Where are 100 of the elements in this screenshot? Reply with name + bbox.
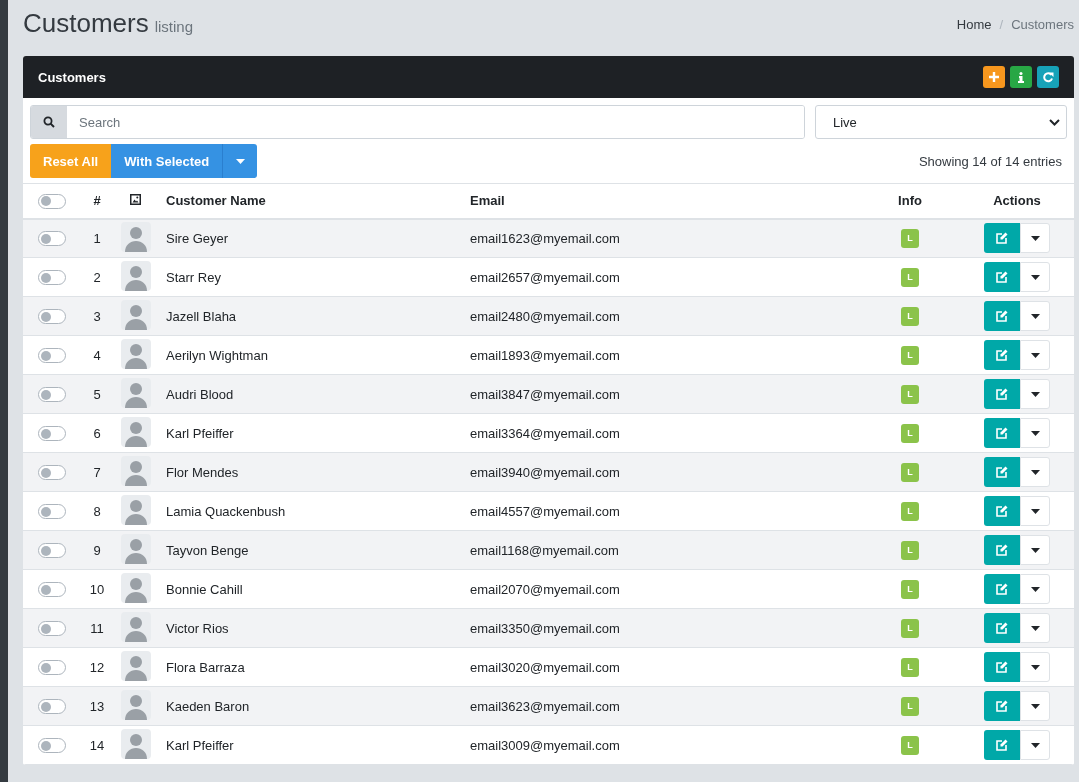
customer-name: Sire Geyer [158, 218, 462, 258]
customer-email: email3364@myemail.com [462, 413, 860, 453]
row-select-toggle[interactable] [38, 270, 66, 286]
row-menu-button[interactable] [1020, 340, 1050, 370]
column-header: Info [860, 183, 960, 219]
info-badge: L [901, 384, 919, 404]
row-number: 1 [81, 218, 113, 258]
reset-all-button[interactable]: Reset All [30, 144, 112, 178]
customer-name: Karl Pfeiffer [158, 725, 462, 765]
row-menu-button[interactable] [1020, 652, 1050, 682]
row-select-toggle[interactable] [38, 504, 66, 520]
row-select-toggle[interactable] [38, 465, 66, 481]
row-select-toggle[interactable] [38, 660, 66, 676]
row-number: 3 [81, 296, 113, 336]
caret-icon [1030, 703, 1040, 709]
breadcrumb-link[interactable]: Home [956, 17, 992, 32]
customer-name: Jazell Blaha [158, 296, 462, 336]
caret-icon [235, 158, 245, 164]
caret-icon [1030, 625, 1040, 631]
row-number: 13 [81, 686, 113, 726]
row-number: 14 [81, 725, 113, 765]
customer-email: email1893@myemail.com [462, 335, 860, 375]
customer-email: email4557@myemail.com [462, 491, 860, 531]
avatar-icon [121, 260, 151, 291]
column-header: # [81, 183, 113, 219]
image-icon [130, 194, 141, 206]
row-select-toggle[interactable] [38, 387, 66, 403]
caret-icon [1030, 742, 1040, 748]
row-menu-button[interactable] [1020, 613, 1050, 643]
row-menu-button[interactable] [1020, 535, 1050, 565]
row-number: 8 [81, 491, 113, 531]
info-badge: L [901, 306, 919, 326]
edit-icon [996, 466, 1008, 478]
avatar-icon [121, 572, 151, 603]
customer-email: email2070@myemail.com [462, 569, 860, 609]
edit-icon [996, 505, 1008, 517]
caret-icon [1030, 508, 1040, 514]
row-menu-button[interactable] [1020, 379, 1050, 409]
row-select-toggle[interactable] [38, 582, 66, 598]
row-menu-button[interactable] [1020, 223, 1050, 254]
breadcrumb-link[interactable]: Customers [1011, 17, 1074, 32]
with-selected-button[interactable]: With Selected [111, 144, 223, 178]
row-select-toggle[interactable] [38, 231, 66, 247]
row-select-toggle[interactable] [38, 309, 66, 325]
avatar-icon [121, 416, 151, 447]
refresh-button[interactable] [1037, 66, 1059, 88]
row-select-toggle[interactable] [38, 543, 66, 559]
row-select-toggle[interactable] [38, 738, 66, 754]
edit-icon [996, 583, 1008, 595]
select-all-toggle[interactable] [38, 193, 66, 209]
row-number: 6 [81, 413, 113, 453]
row-select-toggle[interactable] [38, 348, 66, 364]
status-select[interactable]: Live [815, 105, 1067, 139]
avatar-icon [121, 338, 151, 369]
row-menu-button[interactable] [1020, 496, 1050, 526]
add-button[interactable] [983, 66, 1005, 88]
row-select-toggle[interactable] [38, 621, 66, 637]
edit-icon [996, 544, 1008, 556]
refresh-icon [1042, 71, 1054, 83]
row-menu-button[interactable] [1020, 691, 1050, 721]
page-title: Customers [23, 8, 149, 39]
row-select-toggle[interactable] [38, 699, 66, 715]
edit-icon [996, 622, 1008, 634]
chevron-down-icon [1049, 118, 1060, 126]
edit-icon [996, 349, 1008, 361]
edit-icon [996, 388, 1008, 400]
info-badge: L [901, 228, 919, 248]
caret-icon [1030, 235, 1040, 241]
row-menu-button[interactable] [1020, 301, 1050, 331]
row-menu-button[interactable] [1020, 574, 1050, 604]
customer-name: Kaeden Baron [158, 686, 462, 726]
avatar-icon [121, 299, 151, 330]
card-title: Customers [38, 69, 106, 85]
row-select-toggle[interactable] [38, 426, 66, 442]
info-badge: L [901, 423, 919, 443]
row-menu-button[interactable] [1020, 730, 1050, 760]
info-button[interactable] [1010, 66, 1032, 88]
customer-email: email3020@myemail.com [462, 647, 860, 687]
caret-icon [1030, 586, 1040, 592]
avatar-icon [121, 494, 151, 525]
row-number: 11 [81, 608, 113, 648]
dropdown-toggle-button[interactable] [222, 144, 258, 178]
customer-email: email3623@myemail.com [462, 686, 860, 726]
info-badge: L [901, 657, 919, 677]
customer-name: Karl Pfeiffer [158, 413, 462, 453]
search-field[interactable]: Search [30, 105, 805, 139]
caret-icon [1030, 430, 1040, 436]
customer-email: email1168@myemail.com [462, 530, 860, 570]
info-badge: L [901, 540, 919, 560]
avatar-icon [121, 221, 151, 252]
info-badge: L [901, 618, 919, 638]
edit-icon [996, 427, 1008, 439]
entries-summary: Showing 14 of 14 entries [918, 153, 1062, 169]
customer-name: Flor Mendes [158, 452, 462, 492]
row-number: 10 [81, 569, 113, 609]
row-menu-button[interactable] [1020, 262, 1050, 292]
row-menu-button[interactable] [1020, 457, 1050, 487]
caret-icon [1030, 352, 1040, 358]
row-menu-button[interactable] [1020, 418, 1050, 448]
edit-icon [996, 739, 1008, 751]
